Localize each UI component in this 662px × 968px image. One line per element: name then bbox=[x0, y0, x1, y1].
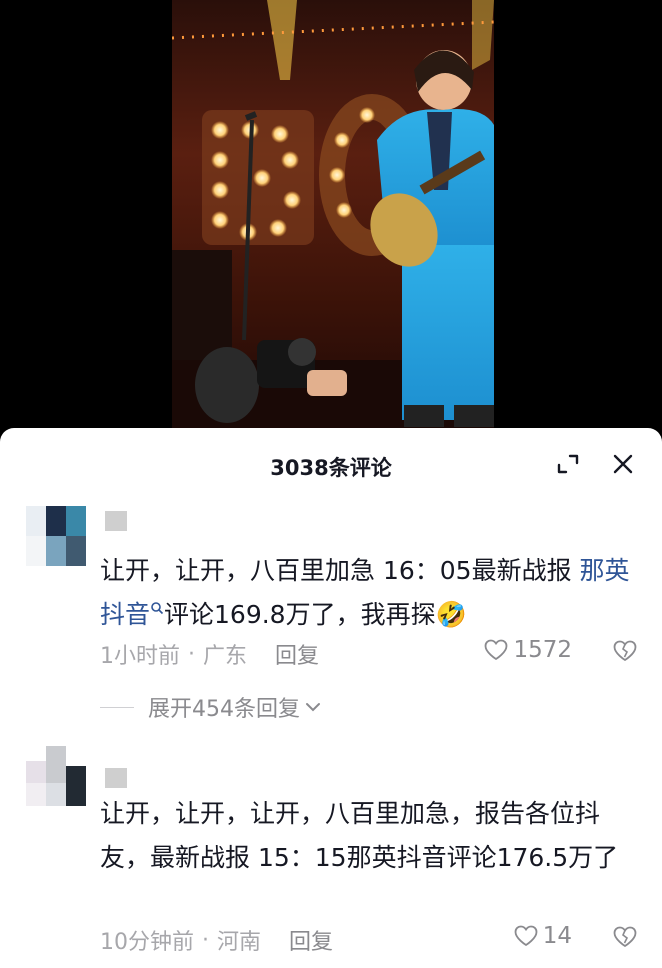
sheet-header: 3038条评论 bbox=[0, 428, 662, 500]
reply-button[interactable]: 回复 bbox=[275, 638, 319, 670]
heart-outline-icon bbox=[485, 639, 508, 661]
close-button[interactable] bbox=[607, 448, 639, 480]
comment-meta: 10分钟前 · 河南 回复 bbox=[100, 924, 333, 956]
comment-location: 河南 bbox=[217, 930, 262, 955]
dislike-button[interactable] bbox=[612, 925, 638, 953]
chevron-down-icon bbox=[306, 703, 320, 712]
like-count: 14 bbox=[542, 923, 572, 949]
video-frame[interactable] bbox=[172, 0, 494, 440]
avatar[interactable] bbox=[26, 506, 86, 566]
expand-replies-button[interactable]: 展开454条回复 bbox=[100, 691, 322, 723]
heart-outline-icon bbox=[514, 925, 538, 947]
divider-line bbox=[100, 706, 134, 708]
search-icon bbox=[151, 602, 164, 615]
comment-text-part: 让开，让开，八百里加急 16：05最新战报 bbox=[100, 556, 572, 585]
avatar-image bbox=[26, 506, 86, 566]
dislike-button[interactable] bbox=[612, 639, 638, 667]
comment-meta: 1小时前 · 广东 回复 bbox=[100, 638, 319, 670]
broken-heart-icon bbox=[613, 926, 637, 948]
broken-heart-icon bbox=[613, 640, 637, 662]
minimize-corner-icon bbox=[557, 454, 579, 474]
username-redacted[interactable] bbox=[105, 511, 127, 531]
like-button[interactable]: 1572 bbox=[483, 637, 572, 663]
minimize-button[interactable] bbox=[552, 448, 584, 480]
comment-text: 让开，让开，让开，八百里加急，报告各位抖友，最新战报 15：15那英抖音评论17… bbox=[100, 799, 619, 872]
comment-item: 让开，让开，让开，八百里加急，报告各位抖友，最新战报 15：15那英抖音评论17… bbox=[0, 746, 662, 966]
emoji-rofl: 🤣 bbox=[435, 600, 467, 629]
avatar[interactable] bbox=[26, 746, 86, 806]
close-icon bbox=[613, 454, 633, 474]
comment-item: 让开，让开，八百里加急 16：05最新战报 那英抖音 评论169.8万了，我再探🤣… bbox=[0, 506, 662, 723]
comment-text: 让开，让开，八百里加急 16：05最新战报 那英抖音 评论169.8万了，我再探🤣 bbox=[100, 549, 636, 637]
like-button[interactable]: 14 bbox=[513, 923, 572, 949]
comment-location: 广东 bbox=[203, 644, 248, 669]
comment-time: 1小时前 bbox=[100, 644, 180, 669]
reply-button[interactable]: 回复 bbox=[289, 924, 333, 956]
comment-time: 10分钟前 bbox=[100, 930, 194, 955]
username-redacted[interactable] bbox=[105, 768, 127, 788]
like-count: 1572 bbox=[513, 637, 572, 663]
avatar-image bbox=[26, 746, 86, 806]
expand-replies-label: 展开454条回复 bbox=[148, 697, 300, 722]
concert-video-still bbox=[172, 0, 494, 440]
comment-text-part: 评论169.8万了，我再探 bbox=[164, 600, 436, 629]
comment-sheet: 3038条评论 让开，让开，八百里加急 16：05最新战报 那英抖音 评论169… bbox=[0, 428, 662, 968]
video-player[interactable] bbox=[0, 0, 662, 440]
